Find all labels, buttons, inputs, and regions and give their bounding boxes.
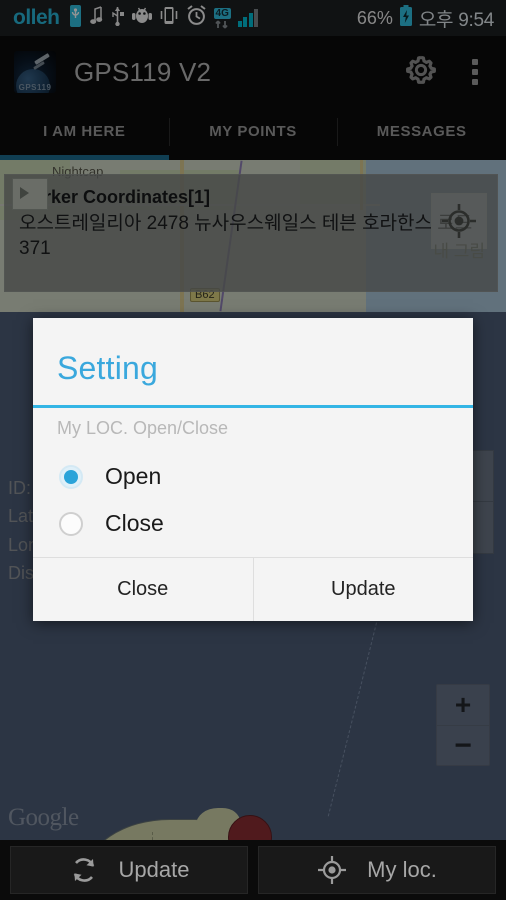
- 4g-data-icon: 4G: [213, 7, 231, 29]
- radio-button-open-icon[interactable]: [59, 464, 83, 489]
- dialog-button-bar: Close Update: [33, 557, 473, 621]
- setting-dialog: Setting My LOC. Open/Close Open Close Cl…: [33, 318, 473, 621]
- alarm-clock-icon: [186, 5, 207, 31]
- google-attribution: Google: [8, 804, 79, 831]
- tab-bar: I AM HERE MY POINTS MESSAGES: [0, 108, 506, 160]
- refresh-icon: [73, 858, 94, 882]
- dialog-close-button[interactable]: Close: [33, 558, 253, 621]
- marker-info-title: Marker Coordinates[1]: [19, 187, 211, 207]
- crosshair-icon: [442, 204, 476, 238]
- tab-my-points[interactable]: MY POINTS: [168, 108, 338, 160]
- radio-option-open[interactable]: Open: [55, 453, 451, 500]
- my-location-label: 내 그림: [433, 242, 485, 261]
- gear-icon[interactable]: [404, 53, 438, 92]
- clock-label: 오후 9:54: [418, 9, 494, 31]
- dialog-subtitle: My LOC. Open/Close: [57, 418, 229, 438]
- charging-battery-icon: [399, 5, 413, 31]
- battery-percent-label: 66%: [356, 7, 393, 28]
- bottom-bar: Update My loc.: [0, 840, 506, 900]
- zoom-out-button[interactable]: −: [437, 725, 489, 765]
- map-thumbnail-icon[interactable]: [12, 178, 48, 210]
- radio-label-close: Close: [105, 510, 164, 536]
- map-zoom-controls[interactable]: + −: [436, 684, 490, 766]
- radio-button-close-icon[interactable]: [59, 511, 83, 536]
- crosshair-icon: [318, 856, 347, 884]
- dialog-title: Setting: [57, 350, 159, 386]
- my-loc-button[interactable]: My loc.: [258, 846, 496, 894]
- phone-vibrate-icon: [159, 5, 179, 31]
- tab-label: I AM HERE: [43, 122, 126, 140]
- action-bar: GPS119 GPS119 V2: [0, 36, 506, 108]
- zoom-in-button[interactable]: +: [437, 685, 489, 725]
- music-note-icon: [89, 5, 103, 31]
- overflow-menu-icon[interactable]: [464, 55, 486, 89]
- page-title: GPS119 V2: [74, 56, 212, 87]
- tab-label: MESSAGES: [376, 122, 467, 140]
- android-bug-icon: [131, 6, 152, 30]
- usb-icon: [110, 5, 125, 31]
- tab-label: MY POINTS: [209, 122, 297, 140]
- status-bar: olleh 4G 66% 오후 9:54: [0, 0, 506, 36]
- dialog-update-button[interactable]: Update: [252, 558, 474, 621]
- marker-info-card[interactable]: Marker Coordinates[1] 오스트레일리아 2478 뉴사우스웨…: [4, 174, 498, 292]
- my-loc-button-label: My loc.: [367, 857, 437, 882]
- tab-messages[interactable]: MESSAGES: [337, 108, 506, 160]
- signal-bars-icon: [237, 8, 259, 27]
- tab-i-am-here[interactable]: I AM HERE: [0, 108, 169, 160]
- marker-info-address: 오스트레일리아 2478 뉴사우스웨일스 테븐 호라한스 로드 371: [19, 213, 473, 260]
- update-button-label: Update: [118, 857, 190, 882]
- phone-screen: olleh 4G 66% 오후 9:54 GPS119 GPS119 V2 I …: [0, 0, 506, 900]
- carrier-label: olleh: [13, 6, 60, 29]
- vibrate-icon: [68, 4, 83, 32]
- app-icon: GPS119: [14, 51, 56, 93]
- app-icon-label: GPS119: [18, 83, 52, 92]
- radio-option-close[interactable]: Close: [55, 500, 451, 547]
- radio-label-open: Open: [105, 463, 162, 489]
- update-button[interactable]: Update: [10, 846, 248, 894]
- map-pin-icon[interactable]: [228, 815, 272, 840]
